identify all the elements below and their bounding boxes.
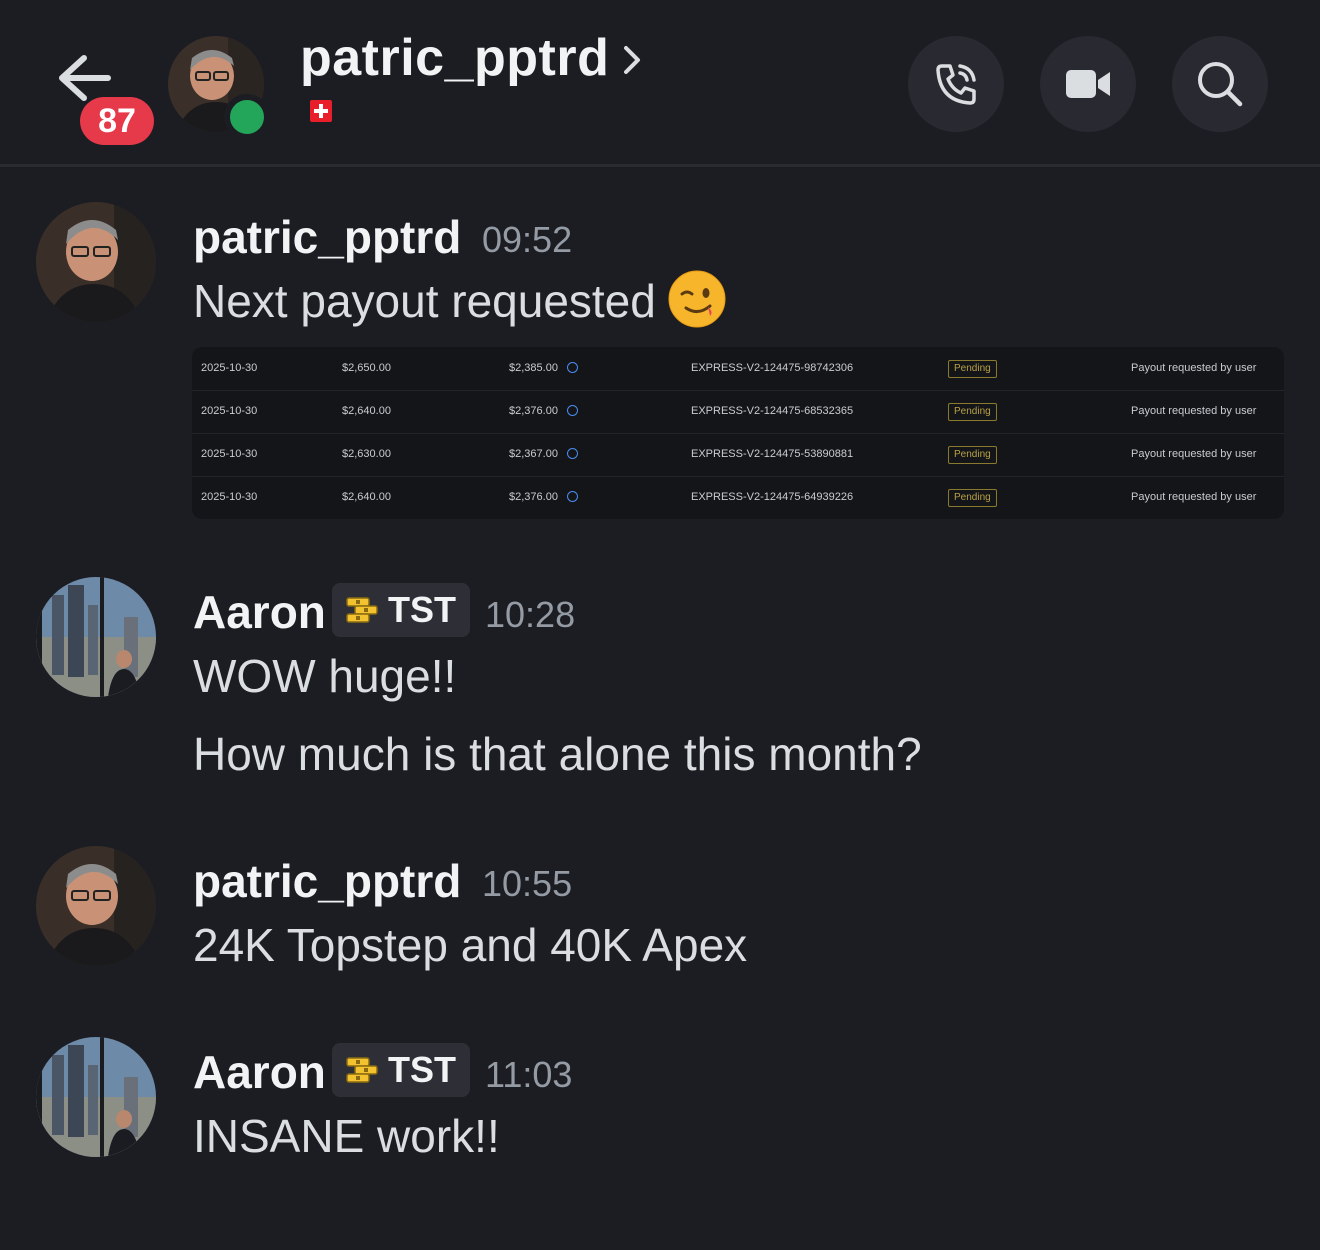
payout-date: 2025-10-30 [201,491,258,503]
chat-header: 87 patric_pptrd [0,0,1320,165]
phone-icon [936,64,976,105]
info-icon [567,448,578,459]
unread-badge: 87 [80,97,154,145]
payout-date: 2025-10-30 [201,362,258,374]
payout-net: $2,376.00 [509,405,558,417]
payout-amount: $2,640.00 [342,491,391,503]
table-row: 2025-10-30 $2,640.00 $2,376.00 EXPRESS-V… [192,390,1284,434]
payout-amount: $2,650.00 [342,362,391,374]
payout-amount: $2,630.00 [342,448,391,460]
message-username[interactable]: patric_pptrd [193,854,461,908]
user-photo [36,202,156,322]
payout-id: EXPRESS-V2-124475-53890881 [691,448,854,460]
table-row: 2025-10-30 $2,640.00 $2,376.00 EXPRESS-V… [192,476,1284,519]
message-timestamp: 10:28 [485,594,576,635]
payout-net: $2,385.00 [509,362,558,374]
header-divider [0,164,1320,167]
status-badge: Pending [948,360,997,378]
message-timestamp: 11:03 [485,1054,573,1095]
info-icon [567,362,578,373]
coins-icon [346,597,378,623]
payout-date: 2025-10-30 [201,405,258,417]
coins-icon [346,1057,378,1083]
message-timestamp: 09:52 [482,219,573,260]
info-icon [567,491,578,502]
swiss-flag-icon [310,100,332,122]
clan-tag[interactable]: TST [332,1043,470,1097]
message-username[interactable]: patric_pptrd [193,210,461,264]
message-timestamp: 10:55 [482,863,573,904]
payout-id: EXPRESS-V2-124475-98742306 [691,362,854,374]
avatar[interactable] [36,202,156,322]
payout-id: EXPRESS-V2-124475-64939226 [691,491,854,503]
table-row: 2025-10-30 $2,650.00 $2,385.00 EXPRESS-V… [192,347,1284,391]
avatar[interactable] [36,846,156,966]
payout-note: Payout requested by user [1131,362,1257,374]
page-title[interactable]: patric_pptrd [300,28,609,88]
status-badge: Pending [948,446,997,464]
payout-screenshot-attachment[interactable]: 2025-10-30 $2,650.00 $2,385.00 EXPRESS-V… [192,347,1284,519]
clan-tag-label: TST [388,589,456,630]
search-icon [1198,62,1243,107]
message-username[interactable]: Aaron [193,1045,326,1099]
message-text: How much is that alone this month? [193,728,922,780]
winking-face-emoji [668,270,726,328]
payout-note: Payout requested by user [1131,448,1257,460]
message-text: 24K Topstep and 40K Apex [193,919,748,971]
payout-net: $2,376.00 [509,491,558,503]
video-camera-icon [1066,70,1110,98]
payout-net: $2,367.00 [509,448,558,460]
avatar[interactable] [36,1037,156,1157]
call-button[interactable] [908,36,1004,132]
payout-note: Payout requested by user [1131,491,1257,503]
message-text: WOW huge!! [193,650,457,702]
message-text: Next payout requested [193,275,656,327]
user-photo [36,577,156,697]
payout-amount: $2,640.00 [342,405,391,417]
search-button[interactable] [1172,36,1268,132]
clan-tag[interactable]: TST [332,583,470,637]
user-photo [36,846,156,966]
message-username[interactable]: Aaron [193,585,326,639]
clan-tag-label: TST [388,1049,456,1090]
avatar[interactable] [36,577,156,697]
payout-note: Payout requested by user [1131,405,1257,417]
payout-date: 2025-10-30 [201,448,258,460]
message-text: INSANE work!! [193,1110,500,1162]
video-call-button[interactable] [1040,36,1136,132]
user-photo [36,1037,156,1157]
table-row: 2025-10-30 $2,630.00 $2,367.00 EXPRESS-V… [192,433,1284,477]
chevron-right-icon[interactable] [618,40,646,80]
status-badge: Pending [948,403,997,421]
online-status-dot [224,94,270,140]
status-badge: Pending [948,489,997,507]
info-icon [567,405,578,416]
payout-id: EXPRESS-V2-124475-68532365 [691,405,854,417]
